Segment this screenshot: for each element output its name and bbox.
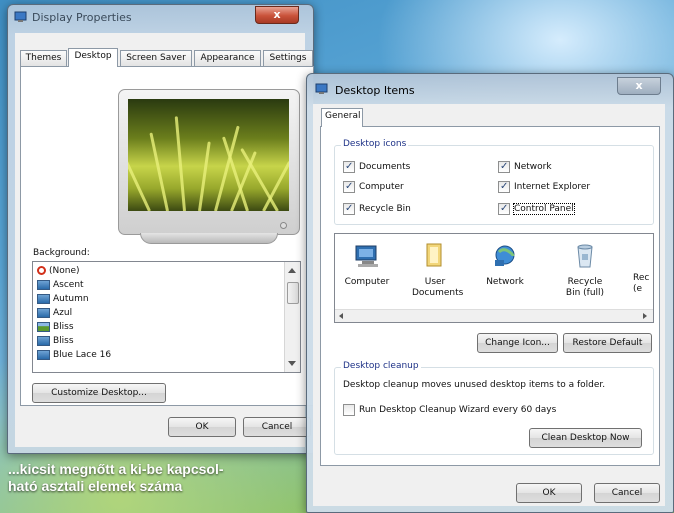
- checkbox-box[interactable]: [343, 202, 355, 216]
- internet-explorer-checkbox[interactable]: Internet Explorer: [498, 180, 590, 194]
- customize-desktop-button[interactable]: Customize Desktop...: [32, 383, 166, 403]
- list-item[interactable]: Computer: [339, 242, 395, 288]
- cancel-button[interactable]: Cancel: [243, 417, 311, 437]
- recycle-bin-checkbox[interactable]: Recycle Bin: [343, 202, 411, 216]
- control-panel-checkbox[interactable]: Control Panel: [498, 202, 575, 216]
- list-item[interactable]: Recycle Bin (full): [555, 242, 615, 299]
- change-icon-button[interactable]: Change Icon...: [477, 333, 558, 353]
- list-item[interactable]: (None): [37, 265, 80, 278]
- wallpaper-icon: [37, 321, 50, 332]
- window-title: Display Properties: [32, 11, 132, 24]
- checkbox-box[interactable]: [498, 202, 510, 216]
- list-item[interactable]: User Documents: [405, 242, 465, 299]
- cleanup-description: Desktop cleanup moves unused desktop ite…: [343, 380, 606, 390]
- checkbox-box[interactable]: [343, 404, 355, 416]
- horizontal-scrollbar[interactable]: [335, 309, 653, 322]
- caption-line: ható asztali elemek száma: [8, 478, 183, 494]
- restore-default-button[interactable]: Restore Default: [563, 333, 652, 353]
- display-properties-titlebar[interactable]: Display Properties x: [8, 5, 313, 31]
- wallpaper-icon: [37, 349, 50, 360]
- wallpaper-icon: [37, 293, 50, 304]
- close-button[interactable]: x: [617, 77, 661, 95]
- caption-line: ...kicsit megnőtt a ki-be kapcsol-: [8, 461, 224, 477]
- scroll-left-arrow-icon[interactable]: [339, 313, 343, 319]
- checkbox-box[interactable]: [498, 180, 510, 194]
- monitor-power-indicator: [280, 222, 287, 229]
- checkbox-box[interactable]: [498, 160, 510, 174]
- computer-icon: [355, 245, 378, 267]
- tab-appearance[interactable]: Appearance: [194, 50, 261, 66]
- desktop-icon: [315, 83, 328, 94]
- computer-checkbox[interactable]: Computer: [343, 180, 404, 194]
- wallpaper-icon: [37, 279, 50, 290]
- network-checkbox[interactable]: Network: [498, 160, 552, 174]
- group-title: Desktop cleanup: [341, 361, 421, 371]
- recycle-bin-icon: [577, 244, 593, 268]
- list-item[interactable]: Rec (e: [633, 242, 653, 295]
- run-cleanup-checkbox[interactable]: Run Desktop Cleanup Wizard every 60 days: [343, 403, 556, 417]
- tab-screen-saver[interactable]: Screen Saver: [120, 50, 192, 66]
- list-item[interactable]: Network: [475, 242, 535, 288]
- list-item[interactable]: Azul: [37, 307, 72, 320]
- tab-general[interactable]: General: [321, 108, 363, 127]
- background-listbox[interactable]: (None) Ascent Autumn Azul Bliss Bliss Bl…: [32, 261, 301, 373]
- list-item[interactable]: Bliss: [37, 321, 74, 334]
- tab-settings[interactable]: Settings: [263, 50, 313, 66]
- icon-list-view[interactable]: Computer User Documents Network Recycle …: [334, 233, 654, 323]
- tab-themes[interactable]: Themes: [20, 50, 67, 66]
- list-item[interactable]: Blue Lace 16: [37, 349, 111, 362]
- list-item[interactable]: Bliss: [37, 335, 74, 348]
- window-title: Desktop Items: [335, 84, 415, 97]
- cancel-button[interactable]: Cancel: [594, 483, 660, 503]
- tab-desktop[interactable]: Desktop: [68, 48, 118, 67]
- wallpaper-icon: [37, 335, 50, 346]
- scroll-thumb[interactable]: [287, 282, 299, 304]
- vertical-scrollbar[interactable]: [284, 262, 300, 372]
- monitor-stand: [140, 233, 278, 244]
- scroll-right-arrow-icon[interactable]: [643, 313, 647, 319]
- article-caption: ...kicsit megnőtt a ki-be kapcsol- ható …: [8, 461, 298, 495]
- documents-checkbox[interactable]: Documents: [343, 160, 410, 174]
- network-icon: [495, 245, 515, 266]
- display-icon: [14, 11, 27, 22]
- ok-button[interactable]: OK: [516, 483, 582, 503]
- close-button[interactable]: x: [255, 6, 299, 24]
- list-item[interactable]: Autumn: [37, 293, 89, 306]
- background-label: Background:: [33, 248, 90, 258]
- none-icon: [37, 266, 46, 275]
- checkbox-box[interactable]: [343, 180, 355, 194]
- checkbox-box[interactable]: [343, 160, 355, 174]
- scroll-down-arrow-icon[interactable]: [288, 361, 296, 366]
- desktop-items-titlebar[interactable]: Desktop Items x: [307, 74, 673, 104]
- group-title: Desktop icons: [341, 139, 409, 149]
- clean-desktop-now-button[interactable]: Clean Desktop Now: [529, 428, 642, 448]
- ok-button[interactable]: OK: [168, 417, 236, 437]
- wallpaper-preview: [128, 99, 289, 211]
- wallpaper-icon: [37, 307, 50, 318]
- monitor-preview: [118, 89, 300, 235]
- folder-icon: [426, 243, 442, 267]
- scroll-up-arrow-icon[interactable]: [288, 268, 296, 273]
- list-item[interactable]: Ascent: [37, 279, 84, 292]
